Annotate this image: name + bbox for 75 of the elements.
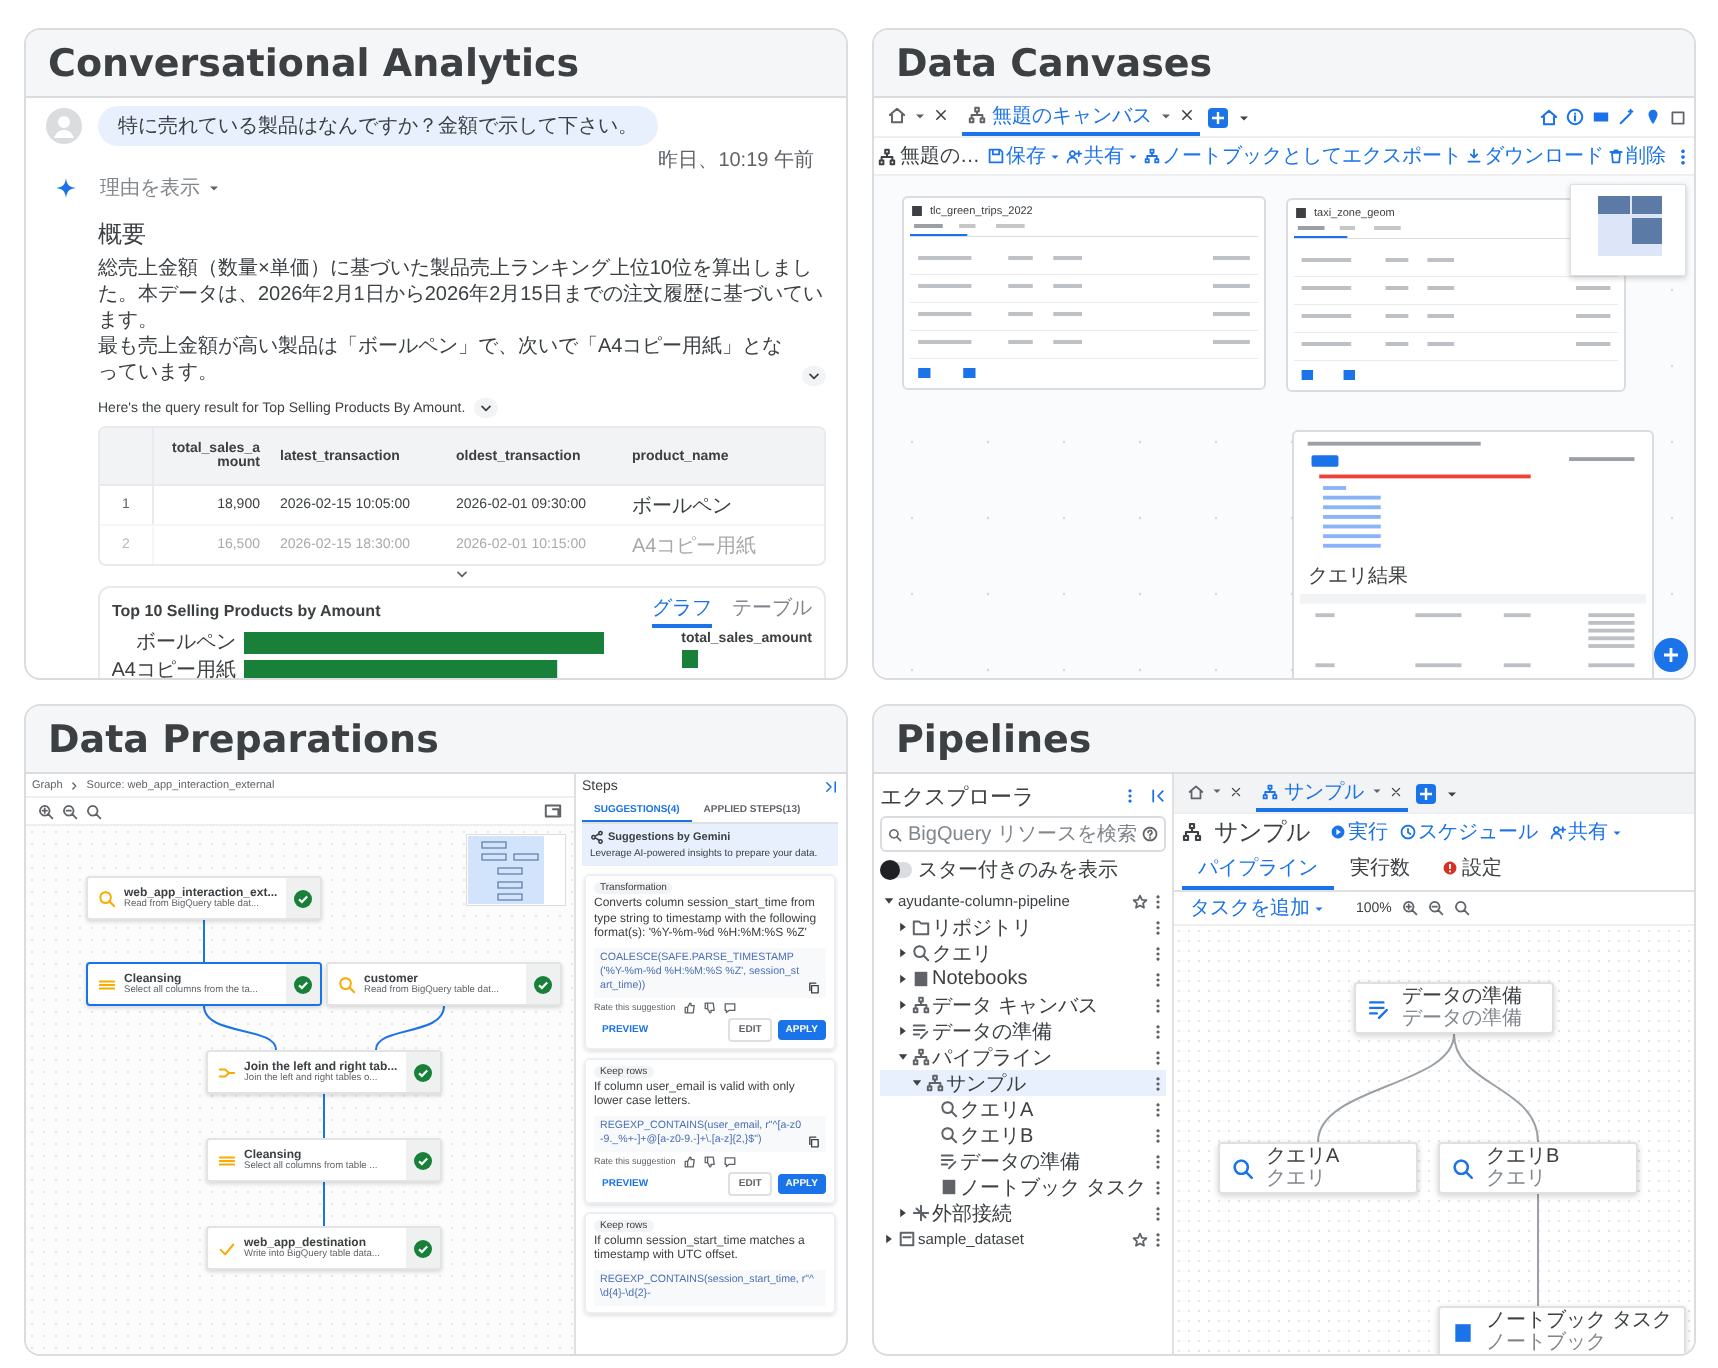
tree-item[interactable]: Notebooks [880,966,1166,992]
tree-item[interactable]: データの準備 [880,1018,1166,1044]
tree-label: 外部接続 [932,1201,1014,1227]
user-message: 特に売れている製品はなんですか？金額で示して下さい。 [98,106,658,146]
toolbar-button[interactable]: 実行 [1330,818,1388,846]
add-task-button[interactable]: タスクを追加 [1190,894,1326,922]
tab[interactable]: 実行数 [1334,850,1426,890]
tree-item[interactable]: パイプライン [880,1044,1166,1070]
pipeline-title: サンプル [1214,815,1310,849]
explorer-title: エクスプローラ [880,783,1034,811]
timestamp: 昨日、10:19 午前 [658,148,814,174]
toolbar-button[interactable]: ノートブックとしてエクスポート [1144,142,1462,170]
task-subtitle: ノートブック [1486,1332,1608,1354]
tree-item[interactable]: データ キャンバス [880,992,1166,1018]
tree-item[interactable]: クエリB [880,1122,1166,1148]
tree-label: データの準備 [960,1149,1082,1175]
tab-label: サンプル [1284,779,1364,805]
toolbar-button[interactable]: 保存 [988,142,1062,170]
task-title: クエリA [1266,1146,1340,1168]
table-cell-text: ボールペン [630,493,734,519]
search-field[interactable]: BigQuery リソースを検索 [880,816,1166,852]
tree-label: クエリA [960,1097,1036,1123]
toolbar-button[interactable]: ダウンロード [1466,142,1604,170]
task-node[interactable]: クエリA クエリ [1218,1142,1418,1194]
tab-label: 無題のキャンバス [992,103,1152,129]
tab[interactable]: テーブル [732,594,812,628]
tab[interactable]: 無題のキャンバス [962,98,1200,136]
tree-item[interactable]: リポジトリ [880,914,1166,940]
panel-title: Data Preparations [48,717,439,761]
toolbar-button[interactable]: スケジュール [1400,818,1538,846]
table-cell-text: A4コピー用紙 [630,533,759,559]
summary-paragraph: 総売上金額（数量×単価）に基づいた製品売上ランキング上位10位を算出しました。本データは、2026年2月1日から2026年2月15日までの注文履歴に基づいています。 [98,256,825,334]
task-title: データの準備 [1402,986,1522,1008]
tree-item[interactable]: ノートブック タスク [880,1174,1166,1200]
category-label: A4コピー用紙 [112,660,236,678]
show-reasoning-toggle[interactable]: 理由を表示 [100,174,222,202]
task-subtitle: クエリ [1486,1168,1548,1190]
tree-label: ノートブック タスク [960,1175,1148,1201]
tree-item[interactable]: クエリ [880,940,1166,966]
category-label: ボールペン [136,632,236,654]
tree-item[interactable]: データの準備 [880,1148,1166,1174]
tree-label: リポジトリ [932,915,1034,941]
tree-label: パイプライン [932,1045,1054,1071]
summary-heading: 概要 [98,218,148,252]
task-node[interactable]: データの準備 データの準備 [1354,982,1554,1034]
tree-label: クエリB [960,1123,1036,1149]
tree-item[interactable]: サンプル [880,1070,1166,1096]
tree-label: データ キャンバス [932,993,1100,1019]
tree-item[interactable]: クエリA [880,1096,1166,1122]
toolbar-button[interactable]: 共有 [1550,818,1624,846]
task-node[interactable]: クエリB クエリ [1438,1142,1638,1194]
tab[interactable]: グラフ [652,594,712,628]
tree-label: クエリ [932,941,994,967]
task-title: クエリB [1486,1146,1560,1168]
toolbar-button[interactable]: 共有 [1066,142,1140,170]
query-results-title: クエリ結果 [1308,563,1410,590]
tree-item[interactable]: 外部接続 [880,1200,1166,1226]
tab[interactable]: 設定 [1426,850,1518,890]
tree-label: データの準備 [932,1019,1054,1045]
panel-title: Data Canvases [896,41,1213,85]
summary-paragraph: 最も売上金額が高い製品は「ボールペン」で、次いで「A4コピー用紙」となっています。 [98,334,785,386]
panel-title: Pipelines [896,717,1092,761]
task-subtitle: データの準備 [1402,1008,1522,1030]
task-node[interactable]: ノートブック タスク ノートブック [1438,1306,1686,1354]
toggle-label: スター付きのみを表示 [918,857,1118,884]
toolbar-button[interactable]: 削除 [1608,142,1666,170]
panel-title: Conversational Analytics [48,41,580,85]
tab[interactable]: パイプライン [1182,850,1334,890]
tree-label: Notebooks [932,968,1030,990]
canvas-title: 無題の… [900,144,980,170]
task-subtitle: クエリ [1266,1168,1328,1190]
task-title: ノートブック タスク [1486,1310,1672,1332]
query-node[interactable]: クエリ結果 [1292,430,1654,678]
chart-title: Top 10 Selling Products by Amount [112,602,381,620]
tree-label: サンプル [946,1071,1028,1097]
